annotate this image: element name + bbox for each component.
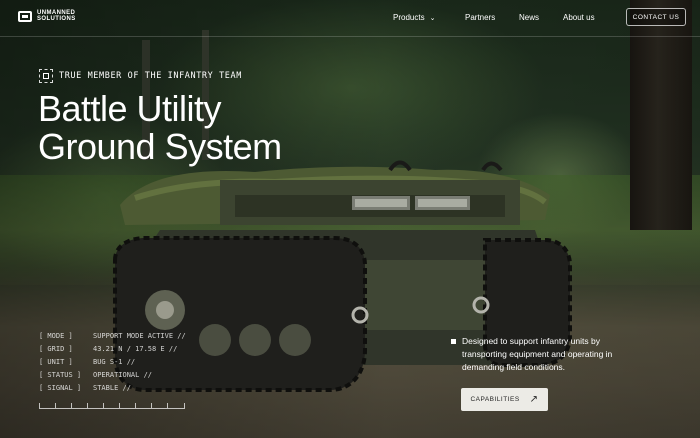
telemetry-value: SUPPORT MODE ACTIVE // — [93, 332, 186, 340]
arrow-up-right-icon: ↗ — [529, 393, 539, 405]
nav-item-products[interactable]: Products ⌄ — [393, 13, 435, 22]
telemetry-row: [ STATUS ] OPERATIONAL // — [39, 369, 186, 382]
contact-us-button[interactable]: CONTACT US — [626, 8, 686, 26]
capabilities-button[interactable]: CAPABILITIES ↗ — [461, 388, 548, 411]
logo-icon — [18, 10, 32, 22]
telemetry-key: [ GRID ] — [39, 345, 73, 353]
hero-title-line1: Battle Utility — [38, 88, 222, 129]
nav-item-news[interactable]: News — [519, 13, 539, 22]
chevron-down-icon: ⌄ — [429, 15, 436, 22]
telemetry-key: [ UNIT ] — [39, 358, 73, 366]
bullet-square-icon — [451, 339, 456, 344]
hero-tagline-text: TRUE MEMBER OF THE INFANTRY TEAM — [59, 71, 242, 81]
hero-description-text: Designed to support infantry units by tr… — [462, 336, 613, 372]
telemetry-key: [ MODE ] — [39, 332, 73, 340]
telemetry-row: [ SIGNAL ] STABLE // — [39, 382, 186, 395]
brand-logo[interactable]: UNMANNED SOLUTIONS — [18, 10, 76, 22]
hero-section: UNMANNED SOLUTIONS Products ⌄ Partners Ne… — [0, 0, 700, 438]
brand-name: UNMANNED SOLUTIONS — [37, 10, 76, 22]
telemetry-row: [ UNIT ] BUG S-1 // — [39, 356, 186, 369]
telemetry-value: STABLE // — [93, 384, 131, 392]
telemetry-key: [ STATUS ] — [39, 371, 82, 379]
brand-name-line2: SOLUTIONS — [37, 16, 76, 22]
target-frame-icon — [39, 69, 53, 83]
hero-title: Battle Utility Ground System — [38, 90, 282, 166]
telemetry-value: BUG S-1 // — [93, 358, 136, 366]
nav-item-about-us[interactable]: About us — [563, 13, 595, 22]
telemetry-value: 43.21 N / 17.58 E // — [93, 345, 178, 353]
nav-item-label: Products — [393, 13, 425, 22]
hero-title-line2: Ground System — [38, 126, 282, 167]
telemetry-value: OPERATIONAL // — [93, 371, 153, 379]
telemetry-row: [ MODE ] SUPPORT MODE ACTIVE // — [39, 330, 186, 343]
top-navbar: UNMANNED SOLUTIONS Products ⌄ Partners Ne… — [0, 0, 700, 37]
telemetry-key: [ SIGNAL ] — [39, 384, 82, 392]
hero-tagline: TRUE MEMBER OF THE INFANTRY TEAM — [39, 69, 242, 83]
nav-item-partners[interactable]: Partners — [465, 13, 495, 22]
telemetry-readout: [ MODE ] SUPPORT MODE ACTIVE // [ GRID ] 4… — [39, 330, 186, 395]
telemetry-row: [ GRID ] 43.21 N / 17.58 E // — [39, 343, 186, 356]
capabilities-button-label: CAPABILITIES — [470, 396, 520, 403]
hero-description: Designed to support infantry units by tr… — [451, 335, 641, 374]
scale-ruler — [39, 402, 185, 409]
